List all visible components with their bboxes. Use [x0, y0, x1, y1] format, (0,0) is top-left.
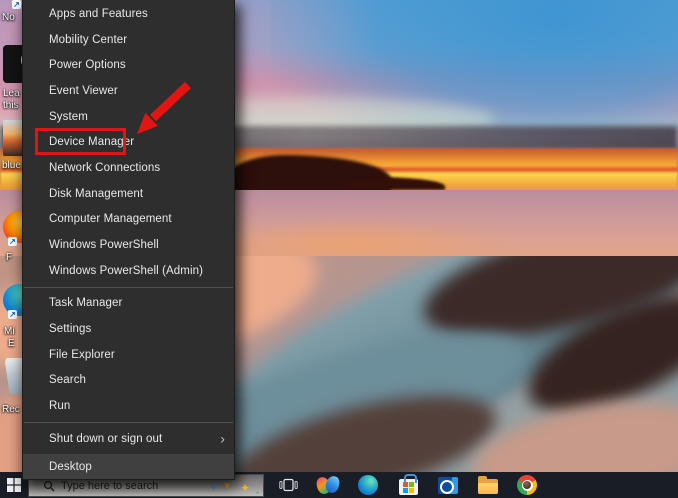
menu-item-system[interactable]: System: [23, 104, 234, 130]
menu-item-file-explorer[interactable]: File Explorer: [23, 342, 234, 368]
taskbar-file-explorer-button[interactable]: [474, 472, 502, 498]
microsoft-edge-icon: [358, 475, 378, 495]
microsoft-store-icon: [398, 474, 418, 495]
search-icon: [43, 480, 55, 491]
menu-item-label: Shut down or sign out: [49, 432, 163, 445]
chrome-icon: [517, 475, 537, 495]
desktop-icon-label: F: [6, 252, 13, 263]
menu-item-label: Run: [49, 400, 71, 413]
menu-item-power-options[interactable]: Power Options: [23, 52, 234, 78]
menu-item-label: Desktop: [49, 460, 92, 473]
menu-item-label: Disk Management: [49, 187, 144, 200]
desktop-icon-label: blue: [2, 160, 21, 171]
menu-item-label: Search: [49, 374, 87, 387]
menu-item-mobility-center[interactable]: Mobility Center: [23, 27, 234, 53]
taskbar-outlook-button[interactable]: [434, 472, 462, 498]
menu-item-shut-down-or-sign-out[interactable]: Shut down or sign out ›: [23, 426, 234, 452]
search-placeholder: Type here to search: [61, 479, 159, 492]
desktop-icon-edge[interactable]: ↗: [3, 284, 23, 319]
desktop-icon-recycle-bin[interactable]: [5, 358, 23, 394]
shortcut-arrow-icon: ↗: [8, 310, 17, 319]
wallpaper-sand-bank: [463, 385, 678, 472]
wallpaper-rocks-silhouette: [345, 177, 445, 190]
wallpaper-blue-sky: [271, 0, 678, 160]
menu-item-event-viewer[interactable]: Event Viewer: [23, 78, 234, 104]
shortcut-arrow-icon: ↗: [12, 0, 21, 9]
menu-item-label: Power Options: [49, 59, 126, 72]
menu-item-label: Task Manager: [49, 297, 123, 310]
menu-item-run[interactable]: Run: [23, 393, 234, 419]
image-thumbnail-icon: [3, 120, 23, 156]
desktop-icon-label: No: [2, 12, 15, 23]
taskbar-edge-button[interactable]: [354, 472, 382, 498]
menu-item-computer-management[interactable]: Computer Management: [23, 207, 234, 233]
outlook-icon: [438, 476, 458, 494]
task-view-button[interactable]: [274, 472, 302, 498]
taskbar-store-button[interactable]: [394, 472, 422, 498]
shortcut-arrow-icon: ↗: [8, 237, 17, 246]
menu-item-label: Network Connections: [49, 161, 161, 174]
app-tile-icon: [3, 45, 23, 83]
desktop-icon-label: Mi: [4, 326, 15, 337]
desktop: ↗ No Lea this blue ↗ F ↗ Mi E Rec Type h…: [0, 0, 678, 498]
menu-item-label: System: [49, 110, 88, 123]
menu-item-label: Windows PowerShell (Admin): [49, 264, 204, 277]
desktop-icon-column: ↗ No Lea this blue ↗ F ↗ Mi E Rec: [0, 0, 23, 472]
menu-item-label: Mobility Center: [49, 33, 128, 46]
menu-item-desktop[interactable]: Desktop: [23, 453, 234, 480]
menu-divider: [24, 422, 233, 423]
task-view-icon: [278, 478, 298, 492]
desktop-icon-firefox[interactable]: ↗: [3, 211, 23, 246]
wallpaper-water-stream: [173, 256, 678, 472]
menu-item-label: Apps and Features: [49, 7, 148, 20]
menu-item-label: File Explorer: [49, 348, 115, 361]
copilot-icon: [315, 474, 341, 495]
desktop-icon-app-tile[interactable]: [3, 45, 23, 83]
desktop-icon-label: E: [8, 338, 15, 349]
wallpaper-sand-bank: [426, 256, 634, 327]
menu-item-windows-powershell[interactable]: Windows PowerShell: [23, 232, 234, 258]
wallpaper-headland-silhouette: [226, 155, 391, 193]
desktop-icon-image-file[interactable]: [3, 120, 23, 156]
recycle-bin-icon: [5, 358, 23, 394]
menu-item-disk-management[interactable]: Disk Management: [23, 181, 234, 207]
wallpaper-dark-rocks: [412, 256, 678, 361]
desktop-icon-label: this: [3, 100, 19, 111]
menu-item-settings[interactable]: Settings: [23, 316, 234, 342]
windows-logo-icon: [6, 478, 21, 492]
taskbar-chrome-button[interactable]: [513, 472, 541, 498]
menu-item-apps-and-features[interactable]: Apps and Features: [23, 1, 234, 27]
menu-item-label: Windows PowerShell: [49, 239, 159, 252]
menu-item-label: Computer Management: [49, 213, 172, 226]
desktop-icon-label: Rec: [2, 404, 20, 415]
submenu-chevron-icon: ›: [220, 430, 225, 447]
menu-divider: [24, 286, 233, 288]
menu-item-network-connections[interactable]: Network Connections: [23, 155, 234, 181]
menu-item-label: Device Manager: [49, 136, 135, 149]
menu-item-windows-powershell-admin[interactable]: Windows PowerShell (Admin): [23, 258, 234, 284]
wallpaper-dark-rocks: [223, 374, 507, 472]
menu-item-label: Settings: [49, 323, 92, 336]
menu-item-device-manager[interactable]: Device Manager: [23, 129, 234, 155]
winx-menu: Apps and Features Mobility Center Power Op…: [22, 0, 235, 480]
file-explorer-icon: [478, 476, 498, 494]
desktop-icon-label: Lea: [3, 88, 20, 99]
menu-item-label: Event Viewer: [49, 84, 118, 97]
taskbar-copilot-button[interactable]: [314, 472, 342, 498]
menu-item-task-manager[interactable]: Task Manager: [23, 291, 234, 317]
menu-item-search[interactable]: Search: [23, 368, 234, 394]
wallpaper-sun-reflection: [189, 224, 516, 260]
wallpaper-dark-rocks: [511, 270, 678, 437]
